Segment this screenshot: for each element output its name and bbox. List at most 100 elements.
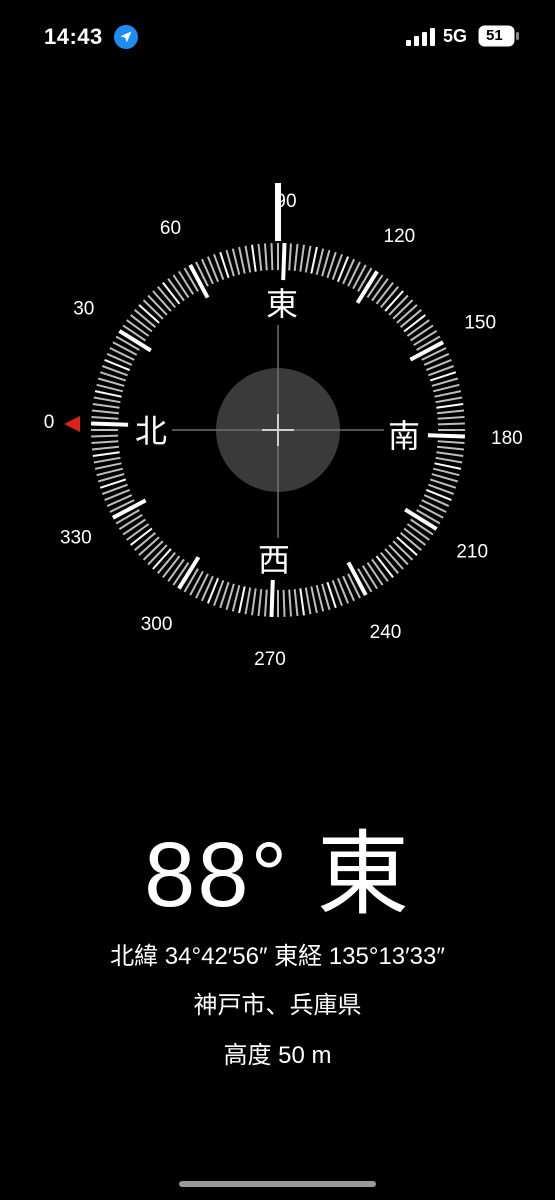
compass-tick	[282, 589, 286, 617]
compass-tick	[172, 274, 190, 298]
compass-tick	[162, 281, 181, 305]
altitude-text: 高度 50 m	[223, 1042, 332, 1069]
compass-tick	[162, 555, 181, 579]
compass-tick	[126, 319, 150, 337]
compass-tick	[392, 299, 414, 320]
degree-label: 270	[254, 649, 286, 670]
compass-tick	[142, 540, 164, 561]
cardinal-south: 南	[388, 418, 420, 454]
compass-tick	[436, 409, 465, 415]
compass-tick	[304, 587, 312, 615]
degree-label: 300	[141, 614, 173, 635]
compass-tick	[293, 588, 299, 617]
degree-label: 0	[44, 412, 55, 433]
compass-tick	[152, 290, 172, 312]
compass-tick	[434, 390, 462, 398]
compass-tick	[281, 243, 287, 281]
compass-tick	[122, 518, 146, 536]
compass-tick	[421, 499, 447, 513]
compass-dial: 東 西 北 南 0306090120150180210240270300330	[44, 183, 523, 670]
compass-tick	[384, 548, 404, 570]
compass-tick	[392, 540, 414, 561]
compass-tick	[410, 324, 434, 342]
compass-tick	[91, 416, 119, 420]
compass-tick	[96, 383, 124, 393]
degree-label: 210	[456, 541, 488, 562]
compass-tick	[380, 551, 399, 574]
compass-tick	[406, 523, 430, 541]
compass-tick	[157, 551, 176, 574]
compass-tick	[231, 584, 241, 612]
compass-tick	[238, 586, 246, 614]
compass-tick	[251, 244, 257, 272]
compass-tick	[347, 261, 361, 287]
compass-tick	[91, 434, 119, 438]
compass-tick	[434, 462, 462, 470]
compass-tick	[109, 347, 135, 361]
location-arrow-icon	[114, 25, 138, 49]
compass-tick	[134, 532, 157, 551]
compass-tick	[396, 536, 418, 556]
compass-tick	[371, 558, 389, 582]
heading-readout: 88° 東	[144, 824, 411, 926]
compass-tick	[384, 290, 404, 312]
compass-tick	[129, 527, 153, 546]
compass-tick	[91, 421, 129, 427]
compass-tick	[435, 456, 463, 464]
compass-tick	[178, 270, 195, 295]
cardinal-east: 東	[266, 286, 298, 322]
compass-tick	[288, 243, 292, 271]
compass-tick	[375, 281, 394, 305]
compass-tick	[270, 243, 274, 271]
compass-tick	[375, 555, 394, 579]
compass-tick	[403, 527, 427, 546]
compass-tick	[94, 462, 122, 470]
compass-tick	[436, 445, 465, 451]
compass-tick	[93, 456, 121, 464]
compass-tick	[157, 286, 176, 309]
compass-tick	[94, 390, 122, 398]
compass-tick	[310, 586, 318, 614]
compass-tick	[418, 504, 444, 519]
compass-tick	[92, 403, 120, 409]
compass-tick	[257, 243, 263, 272]
compass-tick	[264, 589, 268, 617]
compass-tick	[399, 532, 422, 551]
compass-tick	[129, 314, 153, 333]
compass-tick	[413, 330, 438, 347]
compass-tick	[304, 245, 312, 273]
north-marker-icon	[64, 416, 80, 432]
compass-tick	[310, 246, 318, 274]
compass-tick	[396, 304, 418, 324]
home-indicator[interactable]	[179, 1181, 376, 1187]
compass-tick	[406, 319, 430, 337]
degree-label: 60	[160, 218, 181, 239]
compass-tick	[299, 244, 305, 272]
compass-tick	[371, 278, 389, 302]
status-bar: 14:43 5G 51	[0, 0, 555, 70]
compass-tick	[91, 440, 119, 444]
degree-label: 120	[384, 226, 416, 247]
compass-tick	[134, 309, 157, 328]
heading-indicator	[275, 183, 281, 241]
compass-tick	[195, 573, 209, 599]
compass-tick	[315, 248, 325, 276]
compass-tick	[436, 451, 464, 457]
status-time: 14:43	[44, 24, 103, 49]
compass-tick	[399, 309, 422, 328]
compass-tick	[361, 565, 378, 590]
compass-tick	[147, 294, 168, 316]
compass-tick	[167, 558, 185, 582]
compass-tick	[167, 278, 185, 302]
compass-tick	[436, 403, 464, 409]
compass-tick	[432, 467, 460, 477]
compass-tick	[91, 409, 120, 415]
compass-tick	[257, 588, 263, 617]
compass-tick	[388, 294, 409, 316]
compass-tick	[435, 396, 463, 404]
compass-tick	[315, 584, 325, 612]
compass-tick	[380, 286, 399, 309]
compass-tick	[238, 246, 246, 274]
network-type: 5G	[443, 26, 468, 46]
compass-tick	[352, 264, 367, 290]
